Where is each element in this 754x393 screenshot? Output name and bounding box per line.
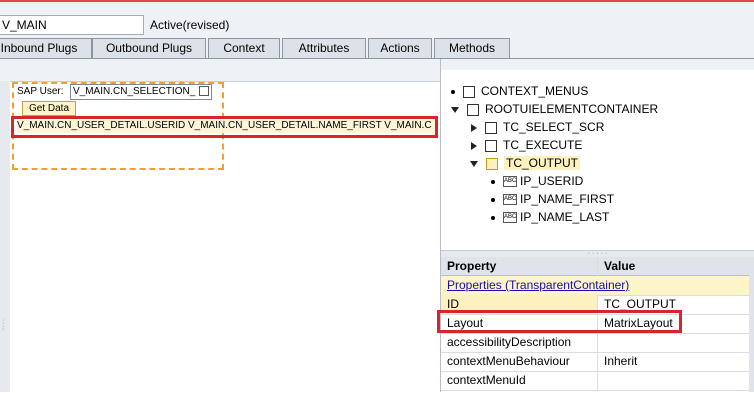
collapse-arrow-icon[interactable] <box>470 160 478 167</box>
collapse-arrow-icon[interactable] <box>451 106 459 113</box>
property-row-context-menu-behaviour[interactable]: contextMenuBehaviour Inherit <box>441 352 754 372</box>
highlight-box-layout-property <box>437 310 682 333</box>
property-name: accessibilityDescription <box>441 333 598 352</box>
tree-node-ip-userid[interactable]: ABC IP_USERID <box>491 172 583 190</box>
property-row-accessibility-description[interactable]: accessibilityDescription <box>441 333 754 353</box>
tab-actions[interactable]: Actions <box>368 38 432 58</box>
tree-node-label-selected: TC_OUTPUT <box>504 156 580 170</box>
tab-attributes[interactable]: Attributes <box>282 38 366 58</box>
gutter-resize-handle[interactable]: · · · · <box>2 317 4 333</box>
tree-node-ip-name-first[interactable]: ABC IP_NAME_FIRST <box>491 190 614 208</box>
property-name: contextMenuBehaviour <box>441 352 598 371</box>
property-value[interactable] <box>598 371 754 390</box>
input-field-icon: ABC <box>503 212 517 224</box>
input-field-icon: ABC <box>503 194 517 206</box>
properties-scrollbar[interactable] <box>749 257 754 392</box>
container-icon <box>467 103 479 116</box>
expand-arrow-icon[interactable] <box>471 141 477 150</box>
tree-bullet-icon <box>491 215 495 220</box>
tree-node-tc-output[interactable]: TC_OUTPUT <box>470 154 580 172</box>
tree-node-label: IP_USERID <box>520 174 584 188</box>
view-header: V_MAIN Active(revised) <box>0 2 754 38</box>
tree-node-tc-select-scr[interactable]: TC_SELECT_SCR <box>471 118 604 136</box>
tab-methods[interactable]: Methods <box>434 38 510 58</box>
sap-user-input[interactable]: V_MAIN.CN_SELECTION_ □ <box>70 84 212 100</box>
tab-context[interactable]: Context <box>208 38 280 58</box>
tree-node-label: TC_SELECT_SCR <box>503 120 605 134</box>
properties-header-row: Property Value <box>441 257 754 276</box>
tab-inbound-plugs[interactable]: Inbound Plugs <box>0 38 92 58</box>
tree-node-label: CONTEXT_MENUS <box>481 84 589 98</box>
tree-node-ip-name-last[interactable]: ABC IP_NAME_LAST <box>491 208 609 226</box>
input-field-icon: ABC <box>503 176 517 188</box>
tree-node-label: IP_NAME_FIRST <box>520 192 615 206</box>
container-icon <box>486 157 498 170</box>
container-icon <box>463 85 475 98</box>
tree-node-context-menus[interactable]: CONTEXT_MENUS <box>451 82 588 100</box>
column-header-property[interactable]: Property <box>441 257 598 276</box>
properties-group-row[interactable]: Properties (TransparentContainer) <box>441 276 754 296</box>
properties-group-link[interactable]: Properties (TransparentContainer) <box>441 276 754 295</box>
sap-user-label: SAP User: <box>17 86 64 97</box>
property-name: contextMenuId <box>441 371 598 390</box>
editor-tab-strip: Inbound Plugs Outbound Plugs Context Att… <box>0 38 754 59</box>
tree-bullet-icon <box>491 179 495 184</box>
get-data-button[interactable]: Get Data <box>22 101 76 116</box>
tree-bullet-icon <box>491 197 495 202</box>
property-value[interactable] <box>598 333 754 352</box>
view-name-field[interactable]: V_MAIN <box>0 15 144 35</box>
property-value[interactable]: Inherit <box>598 352 754 371</box>
view-status-text: Active(revised) <box>150 18 230 32</box>
tree-node-label: IP_NAME_LAST <box>520 210 610 224</box>
ui-element-hierarchy: CONTEXT_MENUS ROOTUIELEMENTCONTAINER TC_… <box>441 70 754 250</box>
expand-arrow-icon[interactable] <box>471 123 477 132</box>
container-icon <box>485 139 497 152</box>
highlight-box-output-row <box>11 116 438 138</box>
value-help-icon[interactable]: □ <box>199 86 209 96</box>
tab-outbound-plugs[interactable]: Outbound Plugs <box>92 38 206 58</box>
property-row-context-menu-id[interactable]: contextMenuId <box>441 371 754 391</box>
tree-node-label: TC_EXECUTE <box>503 138 583 152</box>
tree-node-label: ROOTUIELEMENTCONTAINER <box>485 102 659 116</box>
column-header-value[interactable]: Value <box>598 257 754 276</box>
container-icon <box>485 121 497 134</box>
tree-bullet-icon <box>451 89 455 94</box>
tree-node-rootuielementcontainer[interactable]: ROOTUIELEMENTCONTAINER <box>451 100 658 118</box>
sap-user-input-value: V_MAIN.CN_SELECTION_ <box>73 86 196 97</box>
tree-node-tc-execute[interactable]: TC_EXECUTE <box>471 136 582 154</box>
